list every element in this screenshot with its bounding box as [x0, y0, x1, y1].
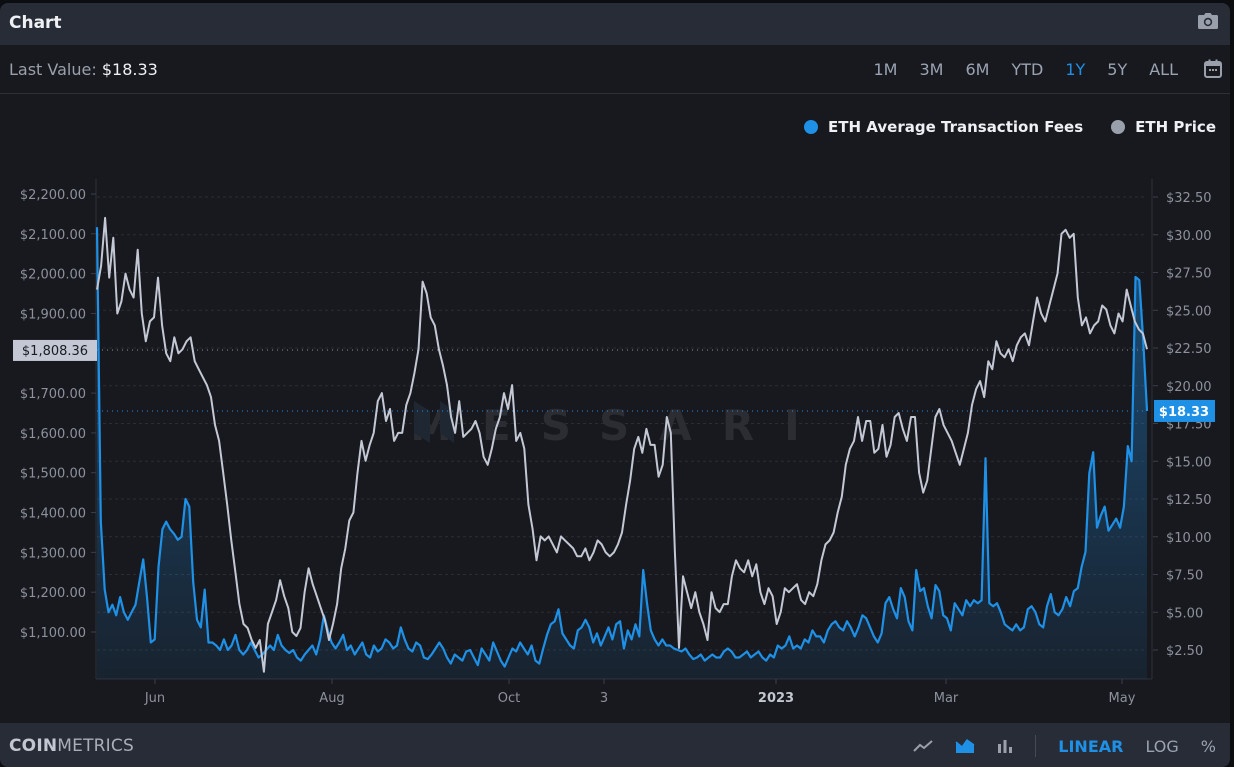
right-axis-tick-label: $12.50 [1166, 493, 1212, 508]
x-axis-tick-label: Mar [934, 691, 959, 706]
brand-light: METRICS [57, 736, 134, 756]
left-axis-tick-label: $1,900.00 [20, 307, 86, 322]
scale-percent-button[interactable]: % [1201, 737, 1216, 756]
scale-log-button[interactable]: LOG [1145, 737, 1178, 756]
right-axis-tick-label: $22.50 [1166, 342, 1212, 357]
right-axis-tick-label: $7.50 [1166, 569, 1203, 584]
x-axis-tick-label: 3 [600, 691, 608, 706]
left-axis-tick-label: $1,300.00 [20, 546, 86, 561]
toolbar-divider [1035, 735, 1037, 757]
x-axis-tick-label: May [1109, 691, 1136, 706]
right-axis-tick-label: $15.00 [1166, 455, 1212, 470]
left-axis-tick-label: $1,700.00 [20, 387, 86, 402]
x-axis-tick-label: 2023 [758, 691, 794, 706]
chart-panel: Chart Last Value: $18.33 1M 3M 6M YTD 1Y… [0, 3, 1230, 767]
right-axis-tick-label: $30.00 [1166, 229, 1212, 244]
line-chart-icon[interactable] [913, 739, 933, 753]
left-axis-tick-label: $2,200.00 [20, 188, 86, 203]
area-chart-icon[interactable] [955, 738, 975, 754]
left-axis-tick-label: $1,500.00 [20, 467, 86, 482]
coinmetrics-logo: COINMETRICS [9, 736, 134, 756]
brand-bold: COIN [9, 736, 58, 756]
x-axis-tick-label: Jun [144, 691, 165, 706]
left-axis-tick-label: $1,200.00 [20, 586, 86, 601]
right-axis-tick-label: $10.00 [1166, 531, 1212, 546]
fees-last-value-label: $18.33 [1159, 405, 1209, 420]
right-axis-tick-label: $2.50 [1166, 644, 1203, 659]
left-axis-tick-label: $2,000.00 [20, 268, 86, 283]
x-axis-tick-label: Oct [498, 691, 520, 706]
right-axis-tick-label: $20.00 [1166, 380, 1212, 395]
right-axis-tick-label: $27.50 [1166, 267, 1212, 282]
panel-footer: COINMETRICS LINEAR LOG % [0, 723, 1230, 767]
x-axis-tick-label: Aug [319, 691, 344, 706]
chart-type-controls: LINEAR LOG % [891, 735, 1216, 757]
right-axis-tick-label: $32.50 [1166, 191, 1212, 206]
right-axis-tick-label: $25.00 [1166, 304, 1212, 319]
scale-linear-button[interactable]: LINEAR [1058, 737, 1123, 756]
right-axis-tick-label: $5.00 [1166, 606, 1203, 621]
left-axis-tick-label: $1,100.00 [20, 626, 86, 641]
left-axis-tick-label: $2,100.00 [20, 228, 86, 243]
chart-canvas[interactable]: MESSARI$2,200.00$2,100.00$2,000.00$1,900… [0, 3, 1230, 723]
bar-chart-icon[interactable] [997, 739, 1013, 753]
fees-area [97, 227, 1147, 679]
left-axis-tick-label: $1,600.00 [20, 427, 86, 442]
price-crosshair-label: $1,808.36 [22, 344, 88, 359]
left-axis-tick-label: $1,400.00 [20, 507, 86, 522]
